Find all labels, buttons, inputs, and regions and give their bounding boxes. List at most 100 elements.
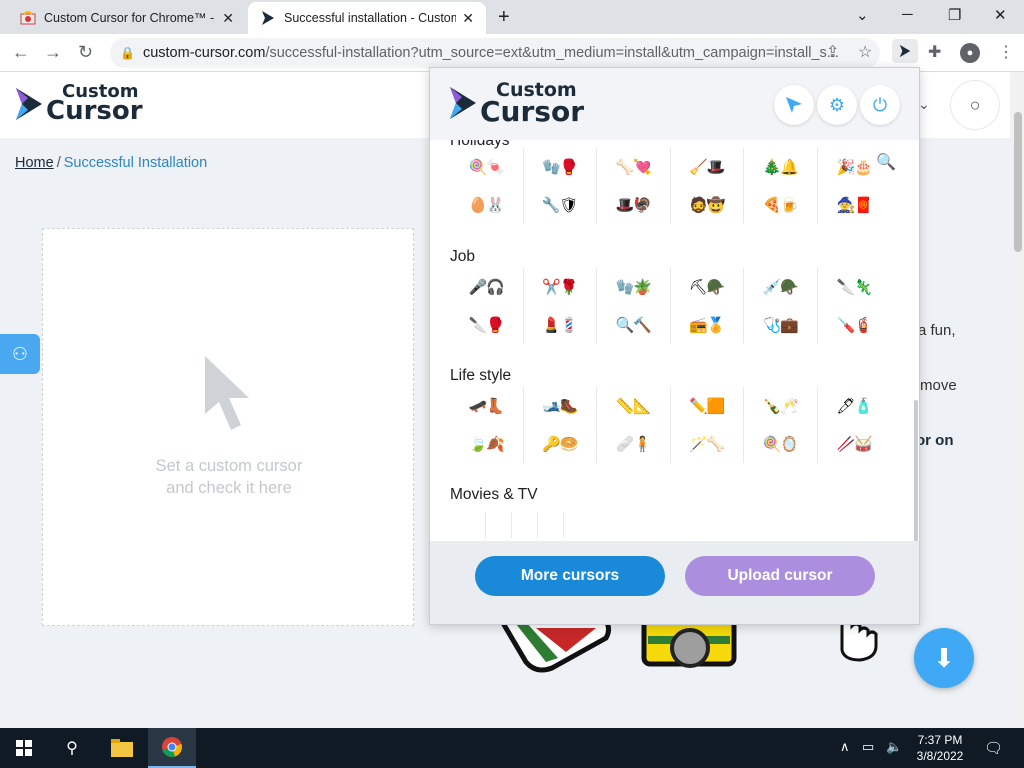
cursor-pack-item[interactable]: 🔪🦎 [818, 268, 892, 306]
popup-scrollbar-thumb[interactable] [914, 400, 918, 541]
cursor-pack-item[interactable]: 🍭🪞 [744, 425, 818, 463]
cursor-pack-item[interactable]: 🥢🥁 [818, 425, 892, 463]
tab-custom-cursor-chrome[interactable]: Custom Cursor for Chrome™ - Ch ✕ [8, 2, 246, 34]
cursor-pack-item[interactable]: 🍭🍬 [450, 148, 524, 186]
cursor-pack-item[interactable]: 🛹👢 [450, 387, 524, 425]
cursor-pack-item[interactable]: 💄💈 [524, 306, 597, 344]
url-path: /successful-installation?utm_source=ext&… [265, 45, 839, 61]
body-text-fragment: or on [916, 432, 954, 449]
cursor-collection-list[interactable]: Holidays 🔍 🍭🍬 🧤🥊 🦴💘 🧹🎩 🎄🔔 🎉🎂 🥚🐰 🔧🛡 🎩🦃 🧔🤠 🍕🍺 🧙🧧 Job … [430, 140, 919, 541]
cursor-pack-item[interactable]: 🎿🥾 [524, 387, 597, 425]
cursor-pack-item[interactable]: ⛏🪖 [671, 268, 744, 306]
logo-wordmark: Custom Cursor [46, 82, 143, 127]
cursor-pack-item[interactable]: 🎉🎂 [818, 148, 892, 186]
cursor-pack-item[interactable]: 🍃🍂 [450, 425, 524, 463]
breadcrumb-current: Successful Installation [63, 155, 208, 171]
extensions-puzzle-icon[interactable]: ✚ [928, 42, 941, 62]
cursor-pack-item[interactable]: 🧙🧧 [818, 186, 892, 224]
logo-wordmark: Custom Cursor [480, 80, 584, 125]
cursor-art-red-green-icon [497, 618, 612, 673]
breadcrumb-home-link[interactable]: Home [15, 155, 54, 171]
close-window-button[interactable]: ✕ [994, 6, 1007, 24]
category-heading-job: Job [450, 248, 475, 265]
cursor-pack-item[interactable]: 🧔🤠 [671, 186, 744, 224]
address-bar[interactable]: 🔒 custom-cursor.com/successful-installat… [110, 38, 880, 68]
cursor-pack-item[interactable]: 🧹🎩 [671, 148, 744, 186]
tab-title: Successful installation - Custom C [284, 11, 457, 25]
windows-taskbar: ⚲ ∧ ▭ 🔈 7:37 PM 3/8/2022 🗨 [0, 728, 1024, 768]
clock-time: 7:37 PM [917, 733, 963, 747]
cursor-pack-item[interactable]: 📻🏅 [671, 306, 744, 344]
close-tab-icon[interactable]: ✕ [222, 10, 234, 27]
cursor-pack-item[interactable]: 🪛🧯 [818, 306, 892, 344]
settings-button[interactable]: ⚙ [817, 85, 857, 125]
new-tab-button[interactable]: + [498, 6, 510, 29]
cursor-pack-item[interactable]: ✂️🌹 [524, 268, 597, 306]
more-cursors-button[interactable]: More cursors [475, 556, 665, 596]
community-widget-button[interactable]: ⚇ [0, 334, 40, 374]
cursor-pack-item[interactable]: 🩺💼 [744, 306, 818, 344]
cursor-pack-item[interactable]: 🩹🧍 [597, 425, 671, 463]
back-icon[interactable]: ← [12, 42, 30, 63]
cursor-pack-item[interactable]: 🔍🔨 [597, 306, 671, 344]
menu-kebab-icon[interactable]: ⋮ [998, 42, 1014, 62]
logo-arrow-icon [16, 87, 42, 120]
cursor-pack-item[interactable]: 🖊🧴 [818, 387, 892, 425]
page-scrollbar[interactable] [1012, 72, 1024, 728]
file-explorer-button[interactable] [98, 728, 146, 768]
network-icon[interactable]: ▭ [862, 739, 874, 755]
page-scrollbar-thumb[interactable] [1014, 112, 1022, 252]
system-clock[interactable]: 7:37 PM 3/8/2022 [912, 732, 968, 764]
cursor-mode-button[interactable] [774, 85, 814, 125]
cursor-pack-item[interactable]: 🧤🥊 [524, 148, 597, 186]
share-icon[interactable]: ⇪ [826, 42, 839, 62]
cursor-pack-item[interactable]: 📏📐 [597, 387, 671, 425]
tab-search-button[interactable]: ⌄ [856, 6, 869, 24]
loading-cursor-placeholders [460, 512, 570, 538]
cursor-pack-item[interactable]: 🥚🐰 [450, 186, 524, 224]
cursor-pack-item[interactable]: 🎄🔔 [744, 148, 818, 186]
cursor-pack-item[interactable]: 🎤🎧 [450, 268, 524, 306]
cursor-pack-item[interactable]: 🪄🦴 [671, 425, 744, 463]
cursor-preview-area[interactable]: Set a custom cursor and check it here [42, 228, 414, 626]
folder-icon [111, 739, 133, 757]
logo-bottom-text: Cursor [46, 96, 143, 127]
chrome-taskbar-button[interactable] [148, 728, 196, 768]
reload-icon[interactable]: ↻ [78, 42, 93, 63]
tab-successful-installation[interactable]: Successful installation - Custom C ✕ [248, 2, 486, 34]
site-search-button[interactable]: ○ [951, 81, 999, 129]
volume-icon[interactable]: 🔈 [886, 739, 902, 755]
site-logo[interactable]: Custom Cursor [14, 82, 143, 127]
cursor-pack-item[interactable]: 💉🪖 [744, 268, 818, 306]
cursor-pack-item[interactable]: 🍕🍺 [744, 186, 818, 224]
cursor-pack-item[interactable]: ✏️🟧 [671, 387, 744, 425]
clock-date: 3/8/2022 [916, 749, 964, 763]
custom-cursor-extension-icon[interactable] [892, 39, 918, 63]
search-icon: ○ [969, 94, 981, 115]
bookmark-star-icon[interactable]: ☆ [858, 42, 872, 62]
cursor-pack-item[interactable]: 🔑🥯 [524, 425, 597, 463]
cursor-pack-item[interactable]: 🔧🛡 [524, 186, 597, 224]
show-hidden-icons-chevron-icon[interactable]: ∧ [840, 739, 850, 755]
cursor-pack-item[interactable]: 🧤🪴 [597, 268, 671, 306]
forward-icon[interactable]: → [44, 42, 62, 63]
preview-hint: Set a custom cursor and check it here [43, 455, 415, 499]
cursor-pack-item[interactable]: 🦴💘 [597, 148, 671, 186]
profile-avatar-icon[interactable]: ● [960, 43, 980, 63]
cursor-pack-item[interactable]: 🍾🥂 [744, 387, 818, 425]
cursor-pack-item[interactable]: 🎩🦃 [597, 186, 671, 224]
power-button[interactable]: ⏻ [860, 85, 900, 125]
custom-cursor-favicon [260, 10, 276, 26]
start-button[interactable] [0, 728, 48, 768]
cursor-pack-item[interactable]: 🔪🥊 [450, 306, 524, 344]
close-tab-icon[interactable]: ✕ [462, 10, 474, 27]
maximize-button[interactable]: ❐ [948, 6, 961, 24]
cursor-grid-life-style: 🛹👢 🎿🥾 📏📐 ✏️🟧 🍾🥂 🖊🧴 🍃🍂 🔑🥯 🩹🧍 🪄🦴 🍭🪞 🥢🥁 [450, 387, 890, 463]
gear-icon: ⚙ [828, 94, 846, 115]
tab-strip: Custom Cursor for Chrome™ - Ch ✕ Success… [0, 0, 1024, 34]
taskbar-search-button[interactable]: ⚲ [48, 728, 96, 768]
upload-cursor-button[interactable]: Upload cursor [685, 556, 875, 596]
notifications-icon[interactable]: 🗨 [984, 739, 1003, 757]
download-button[interactable]: ⬇ [914, 628, 974, 688]
minimize-button[interactable]: ─ [902, 6, 913, 23]
